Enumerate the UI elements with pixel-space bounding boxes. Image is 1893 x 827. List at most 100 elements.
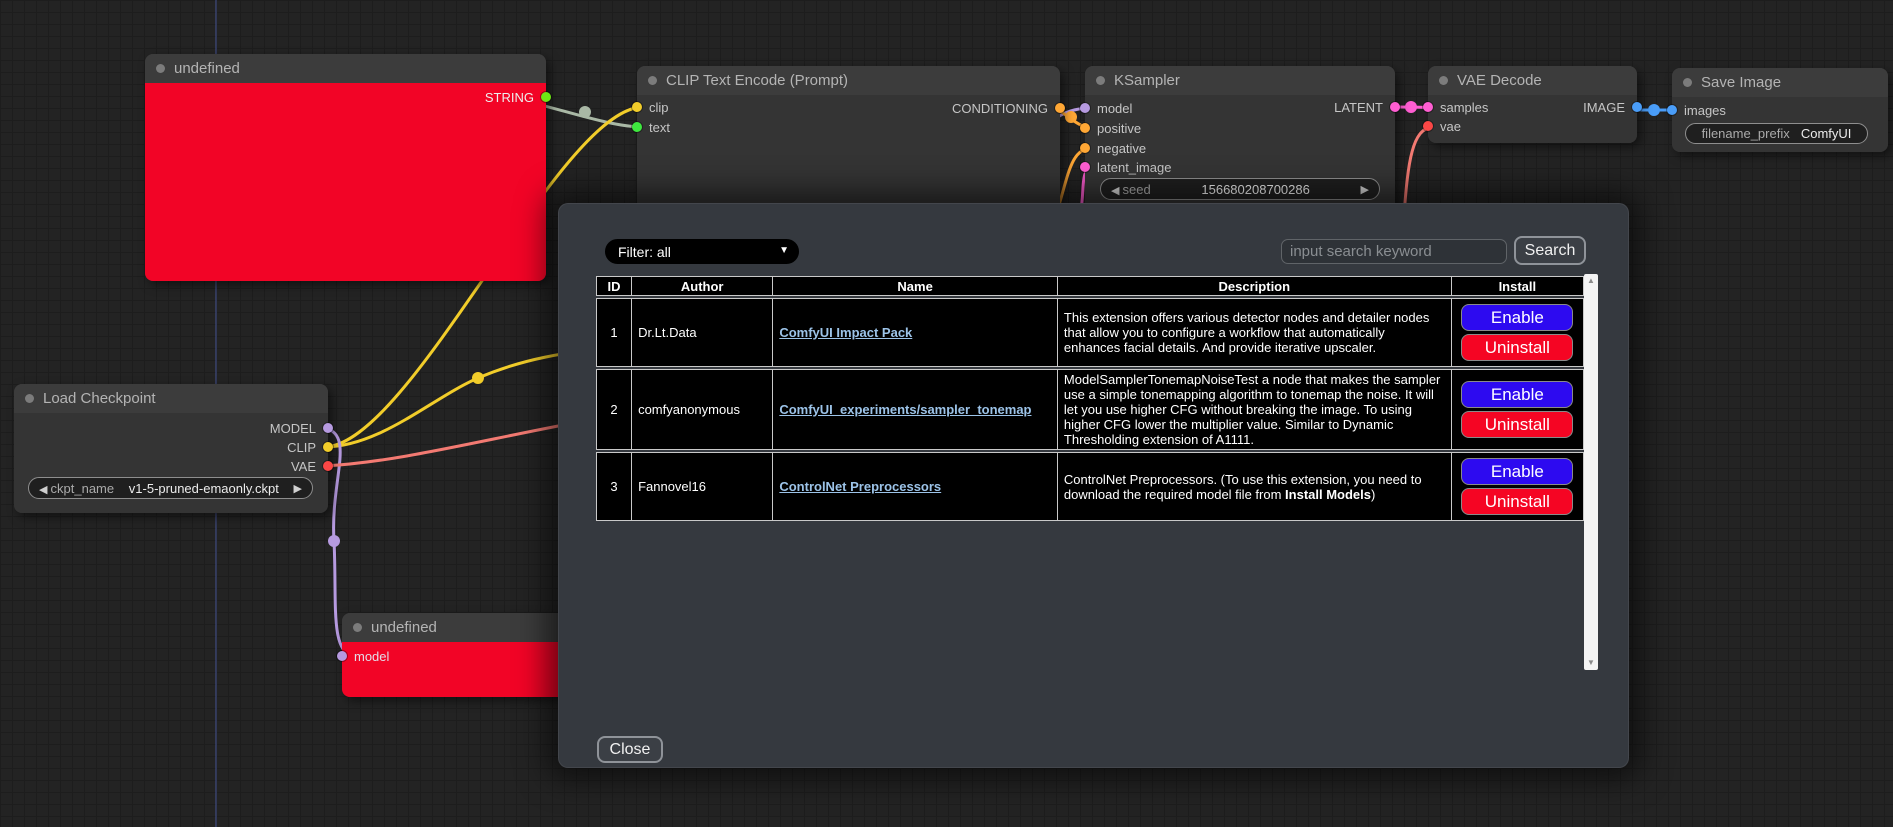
output-dot-conditioning[interactable] [1055, 103, 1065, 113]
cell-author: Dr.Lt.Data [632, 298, 773, 367]
input-label: vae [1440, 119, 1461, 134]
enable-button[interactable]: Enable [1461, 458, 1573, 485]
node-title: KSampler [1114, 72, 1180, 89]
input-dot-vae[interactable] [1423, 121, 1433, 131]
node-collapse-dot-icon[interactable] [648, 76, 657, 85]
node-collapse-dot-icon[interactable] [1096, 76, 1105, 85]
scroll-down-arrow-icon[interactable]: ▼ [1587, 656, 1595, 670]
table-row: 1 Dr.Lt.Data ComfyUI Impact Pack This ex… [596, 298, 1584, 367]
table-header-row: ID Author Name Description Install [596, 276, 1584, 296]
extension-table: ID Author Name Description Install 1 Dr.… [596, 274, 1584, 523]
input-label: model [354, 649, 389, 664]
output-label: CONDITIONING [952, 101, 1048, 116]
node-title-bar[interactable]: VAE Decode [1428, 66, 1637, 95]
ckpt-name-widget[interactable]: ◀ ckpt_name v1-5-pruned-emaonly.ckpt ▶ [28, 477, 313, 499]
input-dot-model[interactable] [1080, 103, 1090, 113]
enable-button[interactable]: Enable [1461, 304, 1573, 331]
node-clip-text-encode[interactable]: CLIP Text Encode (Prompt) clip text COND… [637, 66, 1060, 216]
node-collapse-dot-icon[interactable] [1439, 76, 1448, 85]
node-body-error: STRING [145, 83, 546, 281]
output-label: CLIP [287, 440, 316, 455]
input-label: samples [1440, 100, 1488, 115]
seed-widget-value: 156680208700286 [1201, 182, 1309, 197]
search-input[interactable] [1281, 239, 1507, 264]
seed-decrement-arrow-icon[interactable]: ◀ [1111, 185, 1123, 197]
node-title-bar[interactable]: CLIP Text Encode (Prompt) [637, 66, 1060, 95]
node-body: MODEL CLIP VAE ◀ ckpt_name v1-5-pruned-e… [14, 413, 328, 513]
node-title-bar[interactable]: undefined [145, 54, 546, 83]
ckpt-next-arrow-icon[interactable]: ▶ [294, 482, 302, 495]
col-header-id: ID [596, 276, 632, 296]
node-title: undefined [371, 619, 437, 636]
node-collapse-dot-icon[interactable] [25, 394, 34, 403]
extension-table-zone: ID Author Name Description Install 1 Dr.… [596, 274, 1598, 670]
node-collapse-dot-icon[interactable] [1683, 78, 1692, 87]
input-dot-positive[interactable] [1080, 123, 1090, 133]
output-dot-latent[interactable] [1390, 102, 1400, 112]
input-label: positive [1097, 121, 1141, 136]
node-undefined-string[interactable]: undefined STRING [145, 54, 546, 281]
filename-prefix-label: filename_prefix [1702, 126, 1790, 141]
input-dot-negative[interactable] [1080, 143, 1090, 153]
node-title-bar[interactable]: KSampler [1085, 66, 1395, 95]
node-ksampler[interactable]: KSampler model positive negative latent_… [1085, 66, 1395, 212]
output-dot-model[interactable] [323, 423, 333, 433]
node-title-bar[interactable]: Save Image [1672, 68, 1888, 97]
seed-increment-arrow-icon[interactable]: ▶ [1361, 183, 1369, 196]
uninstall-button[interactable]: Uninstall [1461, 334, 1573, 361]
node-body: samples vae IMAGE [1428, 95, 1637, 143]
extension-link[interactable]: ControlNet Preprocessors [779, 479, 941, 494]
enable-button[interactable]: Enable [1461, 381, 1573, 408]
node-title-bar[interactable]: Load Checkpoint [14, 384, 328, 413]
seed-widget[interactable]: ◀ seed 156680208700286 ▶ [1100, 178, 1380, 200]
node-collapse-dot-icon[interactable] [156, 64, 165, 73]
table-scrollbar[interactable]: ▲ ▼ [1584, 274, 1598, 670]
output-label: IMAGE [1583, 100, 1625, 115]
node-collapse-dot-icon[interactable] [353, 623, 362, 632]
extension-link[interactable]: ComfyUI_experiments/sampler_tonemap [779, 402, 1031, 417]
node-vae-decode[interactable]: VAE Decode samples vae IMAGE [1428, 66, 1637, 143]
input-dot-images[interactable] [1667, 105, 1677, 115]
node-title: undefined [174, 60, 240, 77]
filter-select-wrap: Filter: all ▼ [605, 239, 799, 264]
cell-author: Fannovel16 [632, 452, 773, 521]
scroll-up-arrow-icon[interactable]: ▲ [1587, 274, 1595, 288]
uninstall-button[interactable]: Uninstall [1461, 488, 1573, 515]
input-label: clip [649, 100, 669, 115]
output-dot-clip[interactable] [323, 442, 333, 452]
close-button[interactable]: Close [597, 736, 663, 763]
node-title: CLIP Text Encode (Prompt) [666, 72, 848, 89]
ckpt-prev-arrow-icon[interactable]: ◀ [39, 484, 51, 496]
input-label: latent_image [1097, 160, 1171, 175]
uninstall-button[interactable]: Uninstall [1461, 411, 1573, 438]
input-dot-text[interactable] [632, 122, 642, 132]
cell-id: 2 [596, 369, 632, 450]
input-dot-clip[interactable] [632, 102, 642, 112]
extension-link[interactable]: ComfyUI Impact Pack [779, 325, 912, 340]
cell-description: This extension offers various detector n… [1058, 298, 1452, 367]
comfyui-canvas[interactable]: undefined STRING CLIP Text Encode (Promp… [0, 0, 1893, 827]
cell-id: 1 [596, 298, 632, 367]
node-title: Save Image [1701, 74, 1781, 91]
node-save-image[interactable]: Save Image images filename_prefix ComfyU… [1672, 68, 1888, 152]
output-dot-vae[interactable] [323, 461, 333, 471]
input-dot-samples[interactable] [1423, 102, 1433, 112]
filter-select[interactable]: Filter: all [605, 239, 799, 264]
node-load-checkpoint[interactable]: Load Checkpoint MODEL CLIP VAE ◀ ckpt_na… [14, 384, 328, 513]
input-dot-model[interactable] [337, 651, 347, 661]
custom-nodes-manager-dialog: Filter: all ▼ Search ID Author Name Desc… [558, 203, 1629, 768]
input-label: negative [1097, 141, 1146, 156]
col-header-name: Name [773, 276, 1058, 296]
output-label: LATENT [1334, 100, 1383, 115]
input-dot-latent-image[interactable] [1080, 162, 1090, 172]
output-dot-string[interactable] [541, 92, 551, 102]
input-label: images [1684, 103, 1726, 118]
search-button[interactable]: Search [1514, 236, 1586, 265]
output-dot-image[interactable] [1632, 102, 1642, 112]
cell-description: ControlNet Preprocessors. (To use this e… [1058, 452, 1452, 521]
table-row: 3 Fannovel16 ControlNet Preprocessors Co… [596, 452, 1584, 521]
filename-prefix-widget[interactable]: filename_prefix ComfyUI [1685, 123, 1868, 144]
cell-author: comfyanonymous [632, 369, 773, 450]
seed-widget-label: seed [1123, 182, 1151, 197]
col-header-author: Author [632, 276, 773, 296]
